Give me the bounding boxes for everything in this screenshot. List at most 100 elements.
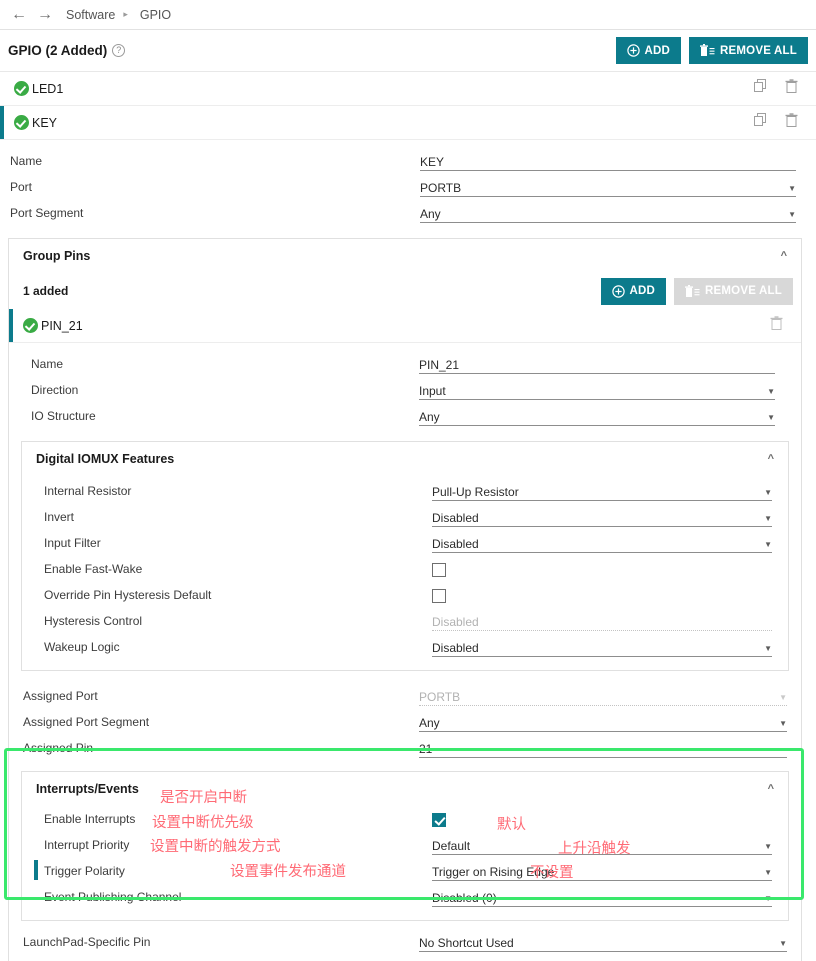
field-port: Port PORTB ▼	[10, 174, 816, 200]
chevron-up-icon[interactable]: ^	[768, 783, 774, 795]
question-circle-icon[interactable]: ?	[112, 44, 126, 57]
remove-all-button[interactable]: REMOVE ALL	[689, 37, 808, 64]
name-input[interactable]: KEY	[420, 151, 796, 171]
trash-icon[interactable]	[785, 78, 798, 99]
chevron-down-icon: ▼	[764, 868, 772, 877]
breadcrumb: ← → Software ▸ GPIO	[0, 0, 816, 30]
field-value: Any	[420, 207, 441, 221]
group-add-button[interactable]: ADD	[600, 277, 667, 305]
field-label: Assigned Port	[23, 689, 98, 703]
module-header: GPIO (2 Added) ? ADD REMOVE ALL	[0, 30, 816, 72]
wakeup-logic-select[interactable]: Disabled ▼	[432, 637, 772, 657]
launchpad-specific-pin-select[interactable]: No Shortcut Used ▼	[419, 932, 787, 952]
trash-icon[interactable]	[770, 315, 783, 336]
chevron-down-icon: ▼	[779, 719, 787, 728]
add-button[interactable]: ADD	[615, 37, 682, 64]
forward-arrow-icon[interactable]: →	[36, 6, 54, 23]
field-label: Enable Fast-Wake	[44, 562, 143, 576]
enable-interrupts-checkbox[interactable]	[432, 813, 446, 827]
field-value: Trigger on Rising Edge	[432, 865, 555, 879]
chevron-down-icon: ▼	[764, 514, 772, 523]
back-arrow-icon[interactable]: ←	[10, 6, 28, 23]
trash-icon[interactable]	[785, 112, 798, 133]
chevron-down-icon: ▼	[779, 693, 787, 702]
breadcrumb-item-gpio[interactable]: GPIO	[140, 8, 171, 22]
instance-row-led1[interactable]: LED1	[0, 72, 816, 106]
internal-resistor-select[interactable]: Pull-Up Resistor ▼	[432, 481, 772, 501]
header-actions: ADD REMOVE ALL	[615, 37, 808, 64]
event-publishing-channel-select[interactable]: Disabled (0) ▼	[432, 887, 772, 907]
field-enable-fast-wake: Enable Fast-Wake	[44, 556, 788, 582]
chevron-down-icon: ▼	[767, 413, 775, 422]
override-pin-hysteresis-checkbox[interactable]	[432, 589, 446, 603]
assigned-port-select: PORTB ▼	[419, 686, 787, 706]
interrupts-events-header[interactable]: Interrupts/Events ^	[22, 772, 788, 806]
field-invert: Invert Disabled ▼	[44, 504, 788, 530]
field-label: Trigger Polarity	[44, 864, 125, 878]
interrupt-priority-select[interactable]: Default ▼	[432, 835, 772, 855]
port-segment-select[interactable]: Any ▼	[420, 203, 796, 223]
digital-iomux-header[interactable]: Digital IOMUX Features ^	[22, 442, 788, 476]
field-label: Invert	[44, 510, 75, 524]
field-direction: Direction Input ▼	[31, 377, 801, 403]
copy-icon[interactable]	[754, 78, 769, 99]
chevron-down-icon: ▼	[764, 644, 772, 653]
assigned-fields: Assigned Port PORTB ▼ Assigned Port Segm…	[9, 679, 801, 767]
pin-row[interactable]: PIN_21	[9, 309, 801, 343]
field-override-pin-hysteresis: Override Pin Hysteresis Default	[44, 582, 788, 608]
field-label: Assigned Port Segment	[23, 715, 150, 729]
field-value: PIN_21	[419, 358, 460, 372]
field-label: LaunchPad-Specific Pin	[23, 935, 151, 949]
direction-select[interactable]: Input ▼	[419, 380, 775, 400]
chevron-up-icon[interactable]: ^	[781, 250, 787, 262]
pin-name: PIN_21	[41, 318, 83, 333]
enable-fast-wake-checkbox[interactable]	[432, 563, 446, 577]
field-value: Disabled	[432, 537, 479, 551]
pin-name-input[interactable]: PIN_21	[419, 354, 775, 374]
field-value: Any	[419, 716, 440, 730]
field-trigger-polarity: Trigger Polarity Trigger on Rising Edge …	[34, 858, 788, 884]
field-label: IO Structure	[31, 409, 96, 423]
field-value: 21	[419, 742, 433, 756]
field-interrupt-priority: Interrupt Priority Default ▼	[44, 832, 788, 858]
assigned-port-segment-select[interactable]: Any ▼	[419, 712, 787, 732]
field-value: Any	[419, 410, 440, 424]
enable-fast-wake-checkbox-wrap	[432, 559, 772, 579]
field-enable-interrupts: Enable Interrupts	[44, 806, 788, 832]
plus-circle-icon	[611, 284, 625, 298]
group-remove-all-button: REMOVE ALL	[674, 277, 793, 305]
override-hysteresis-checkbox-wrap	[432, 585, 772, 605]
io-structure-select[interactable]: Any ▼	[419, 406, 775, 426]
field-label: Name	[31, 357, 64, 371]
field-launchpad-specific-pin: LaunchPad-Specific Pin No Shortcut Used …	[23, 929, 801, 955]
field-value: Default	[432, 839, 471, 853]
copy-icon[interactable]	[754, 112, 769, 133]
port-select[interactable]: PORTB ▼	[420, 177, 796, 197]
field-value: Pull-Up Resistor	[432, 485, 519, 499]
field-label: Port Segment	[10, 206, 84, 220]
field-input-filter: Input Filter Disabled ▼	[44, 530, 788, 556]
trigger-polarity-select[interactable]: Trigger on Rising Edge ▼	[432, 861, 772, 881]
breadcrumb-separator-icon: ▸	[123, 9, 128, 19]
invert-select[interactable]: Disabled ▼	[432, 507, 772, 527]
field-label: Interrupt Priority	[44, 838, 130, 852]
interrupts-fields: Enable Interrupts Interrupt Priority Def…	[22, 806, 788, 920]
remove-all-button-label: REMOVE ALL	[720, 44, 797, 57]
instance-row-key[interactable]: KEY	[0, 106, 816, 140]
field-label: Wakeup Logic	[44, 640, 120, 654]
chevron-down-icon: ▼	[764, 488, 772, 497]
chevron-up-icon[interactable]: ^	[768, 453, 774, 465]
chevron-down-icon: ▼	[764, 894, 772, 903]
trash-list-icon	[700, 44, 715, 56]
interrupts-events-panel: Interrupts/Events ^ Enable Interrupts In…	[21, 771, 789, 921]
digital-iomux-panel: Digital IOMUX Features ^ Internal Resist…	[21, 441, 789, 671]
field-name: Name KEY	[10, 148, 816, 174]
chevron-down-icon: ▼	[767, 387, 775, 396]
added-count-label: 1 added	[23, 284, 69, 298]
input-filter-select[interactable]: Disabled ▼	[432, 533, 772, 553]
breadcrumb-item-software[interactable]: Software	[66, 8, 115, 22]
group-pins-header[interactable]: Group Pins ^	[9, 239, 801, 273]
trash-list-icon	[685, 284, 700, 297]
field-value: Input	[419, 384, 446, 398]
assigned-pin-input[interactable]: 21	[419, 738, 787, 758]
